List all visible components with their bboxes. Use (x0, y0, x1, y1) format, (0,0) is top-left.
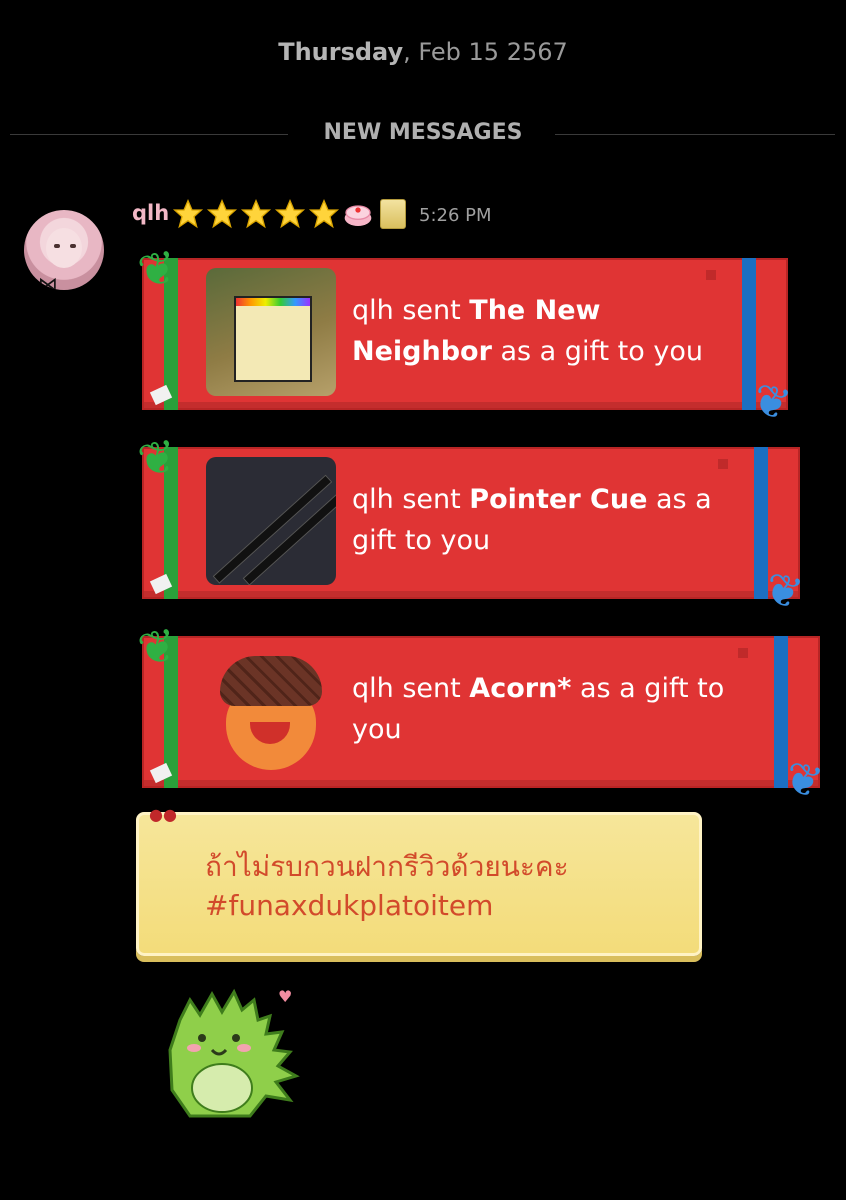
star-icon (206, 198, 238, 229)
cake-icon (344, 205, 372, 226)
avatar-face (46, 228, 82, 268)
cue-stick-icon (242, 476, 336, 585)
green-bow-icon: ❦ (133, 239, 181, 299)
svg-text:♥: ♥ (278, 987, 292, 1006)
green-bow-icon: ❦ (133, 428, 181, 488)
avatar[interactable]: ⋈ (24, 210, 104, 290)
gift-card[interactable]: ❦ ❦ qlh sent Acorn* as a gift to you (134, 617, 828, 810)
timestamp: 5:26 PM (419, 205, 492, 226)
decor-dot (738, 648, 748, 658)
acorn-cap (220, 656, 322, 706)
gift-text: qlh sent Acorn* as a gift to you (352, 668, 732, 750)
dinosaur-sticker-icon: ♥ (168, 987, 300, 1118)
date-text: , Feb 15 2567 (403, 38, 568, 66)
divider-right (555, 134, 835, 135)
star-icon (274, 198, 306, 229)
gift-card[interactable]: ❦ ❦ qlh sent The New Neighbor as a gift … (134, 239, 796, 432)
badge-row (172, 198, 406, 230)
ribbon-right (742, 258, 756, 410)
ribbon-right (774, 636, 788, 788)
gift-prefix: qlh sent (352, 295, 470, 326)
decor-dot (718, 459, 728, 469)
gift-text: qlh sent The New Neighbor as a gift to y… (352, 290, 732, 372)
avatar-eye (70, 244, 76, 248)
avatar-eye (54, 244, 60, 248)
date-day: Thursday (278, 38, 404, 66)
gift-item-name: Acorn* (469, 673, 572, 704)
message-hashtag: #funaxdukplatoitem (205, 889, 494, 922)
gift-card[interactable]: ❦ ❦ qlh sent Pointer Cue as a gift to yo… (134, 428, 808, 621)
cue-stick-icon (212, 474, 333, 584)
new-messages-label: NEW MESSAGES (323, 120, 523, 145)
berry-icon: ●● (149, 805, 177, 824)
gift-item-name: Pointer Cue (469, 484, 648, 515)
message-line: ถ้าไม่รบกวนฝากรีวิวด้วยนะคะ (205, 850, 569, 883)
star-icon (308, 198, 340, 229)
cue-thumbnail (206, 457, 336, 585)
decor-dot (706, 270, 716, 280)
date-header: Thursday, Feb 15 2567 (0, 38, 846, 66)
scroll-icon (380, 199, 406, 229)
game-thumbnail (206, 268, 336, 396)
bow-tie-icon: ⋈ (38, 272, 58, 290)
star-icon (172, 198, 204, 229)
green-bow-icon: ❦ (133, 617, 181, 677)
acorn-thumbnail (206, 646, 336, 774)
star-icon (240, 198, 272, 229)
gift-prefix: qlh sent (352, 673, 470, 704)
ribbon-right (754, 447, 768, 599)
message-bubble[interactable]: ●● ถ้าไม่รบกวนฝากรีวิวด้วยนะคะ #funaxduk… (136, 805, 702, 956)
gift-suffix: as a gift to you (491, 336, 703, 367)
gift-text: qlh sent Pointer Cue as a gift to you (352, 479, 732, 561)
gift-prefix: qlh sent (352, 484, 470, 515)
game-grid-icon (234, 296, 312, 382)
username[interactable]: qlh (132, 201, 169, 225)
